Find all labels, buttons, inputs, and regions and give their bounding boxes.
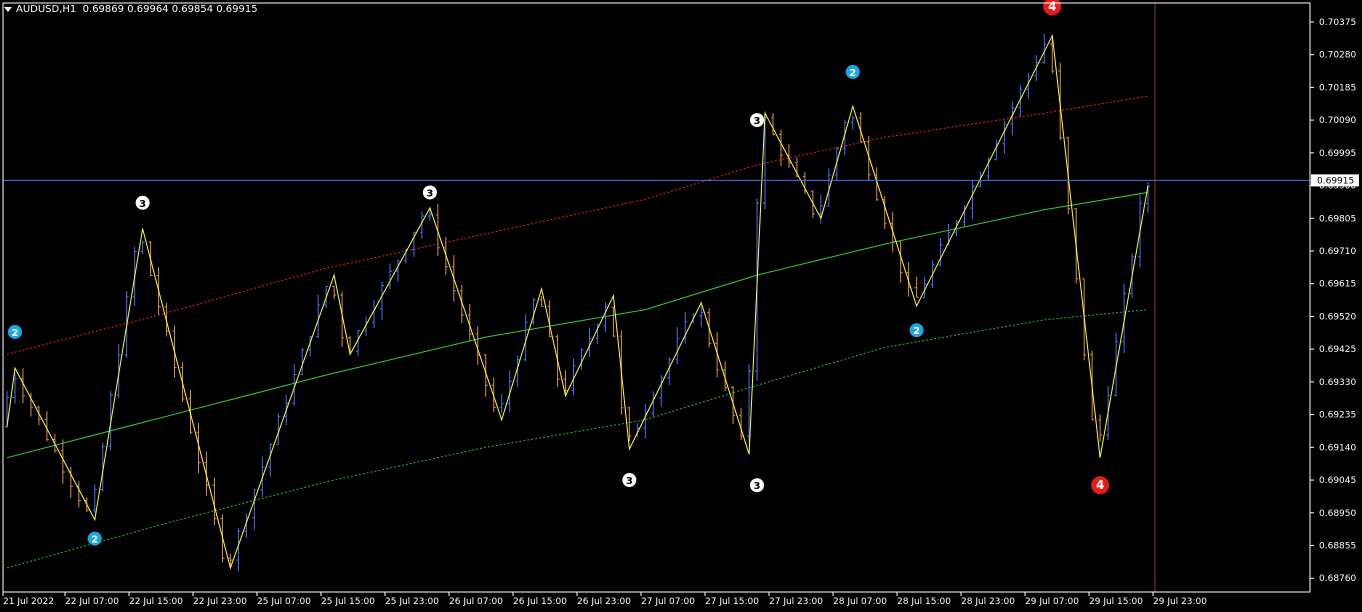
wave-marker-label: 2 bbox=[849, 68, 856, 79]
price-tick-label: 0.68950 bbox=[1319, 509, 1356, 519]
ohlc-values: 0.69869 0.69964 0.69854 0.69915 bbox=[82, 4, 258, 15]
time-tick-label: 21 Jul 2022 bbox=[3, 597, 54, 607]
wave-marker-label: 4 bbox=[1096, 478, 1104, 492]
wave-marker-label: 2 bbox=[913, 326, 920, 337]
wave-marker-label: 2 bbox=[91, 535, 98, 546]
price-tick-label: 0.69235 bbox=[1319, 411, 1356, 421]
time-tick-label: 25 Jul 07:00 bbox=[257, 597, 311, 607]
wave-marker: 2 bbox=[909, 323, 924, 338]
price-tick-label: 0.70090 bbox=[1319, 116, 1356, 126]
wave-marker-label: 3 bbox=[626, 476, 633, 487]
price-tick-label: 0.69045 bbox=[1319, 476, 1356, 486]
time-tick-label: 25 Jul 15:00 bbox=[321, 597, 375, 607]
wave-marker-label: 2 bbox=[11, 328, 18, 339]
price-tick-label: 0.69330 bbox=[1319, 378, 1356, 388]
wave-marker: 3 bbox=[750, 478, 765, 493]
time-tick-label: 25 Jul 23:00 bbox=[385, 597, 439, 607]
price-tick-label: 0.69425 bbox=[1319, 345, 1356, 355]
wave-marker-label: 4 bbox=[1048, 0, 1056, 13]
price-tick-label: 0.69520 bbox=[1319, 312, 1356, 322]
time-tick-label: 27 Jul 07:00 bbox=[641, 597, 695, 607]
time-tick-label: 29 Jul 15:00 bbox=[1089, 597, 1143, 607]
time-tick-label: 22 Jul 23:00 bbox=[193, 597, 247, 607]
time-tick-label: 29 Jul 23:00 bbox=[1153, 597, 1207, 607]
dropdown-arrow-icon[interactable] bbox=[4, 6, 12, 12]
price-tick-label: 0.70280 bbox=[1319, 51, 1356, 61]
symbol-label: AUDUSD,H1 bbox=[16, 4, 77, 15]
wave-marker: 3 bbox=[135, 195, 150, 210]
wave-marker: 3 bbox=[622, 473, 637, 488]
time-tick-label: 28 Jul 23:00 bbox=[961, 597, 1015, 607]
wave-marker: 3 bbox=[750, 113, 765, 128]
wave-marker: 3 bbox=[422, 185, 437, 200]
price-tick-label: 0.70185 bbox=[1319, 83, 1356, 93]
time-tick-label: 26 Jul 15:00 bbox=[513, 597, 567, 607]
time-tick-label: 22 Jul 15:00 bbox=[129, 597, 183, 607]
price-tick-label: 0.69615 bbox=[1319, 280, 1356, 290]
time-tick-label: 29 Jul 07:00 bbox=[1025, 597, 1079, 607]
time-tick-label: 28 Jul 15:00 bbox=[897, 597, 951, 607]
current-price-label: 0.69915 bbox=[1317, 176, 1354, 186]
wave-marker: 4 bbox=[1091, 476, 1110, 495]
wave-marker: 2 bbox=[845, 64, 860, 79]
time-tick-label: 27 Jul 23:00 bbox=[769, 597, 823, 607]
wave-marker: 2 bbox=[87, 531, 102, 546]
wave-marker-label: 3 bbox=[426, 188, 433, 199]
time-tick-label: 28 Jul 07:00 bbox=[833, 597, 887, 607]
chart-background bbox=[0, 0, 1362, 612]
chart-title: AUDUSD,H1 0.69869 0.69964 0.69854 0.6991… bbox=[4, 4, 258, 15]
price-tick-label: 0.69140 bbox=[1319, 443, 1356, 453]
price-tick-label: 0.68760 bbox=[1319, 574, 1356, 584]
price-tick-label: 0.69995 bbox=[1319, 149, 1356, 159]
price-tick-label: 0.69805 bbox=[1319, 214, 1356, 224]
time-tick-label: 27 Jul 15:00 bbox=[705, 597, 759, 607]
time-tick-label: 26 Jul 07:00 bbox=[449, 597, 503, 607]
time-tick-label: 26 Jul 23:00 bbox=[577, 597, 631, 607]
wave-marker-label: 3 bbox=[754, 116, 761, 127]
price-tick-label: 0.69710 bbox=[1319, 247, 1356, 257]
price-chart[interactable]: 2 2 3 3 3 3 3 2 2 4 4 0.70375 0.70280 0.70185 0.70090… bbox=[0, 0, 1362, 612]
price-tick-label: 0.70375 bbox=[1319, 18, 1356, 28]
wave-marker-label: 3 bbox=[754, 481, 761, 492]
wave-marker: 2 bbox=[7, 324, 22, 339]
time-tick-label: 22 Jul 07:00 bbox=[65, 597, 119, 607]
price-tick-label: 0.68855 bbox=[1319, 542, 1356, 552]
wave-marker-label: 3 bbox=[139, 199, 146, 210]
